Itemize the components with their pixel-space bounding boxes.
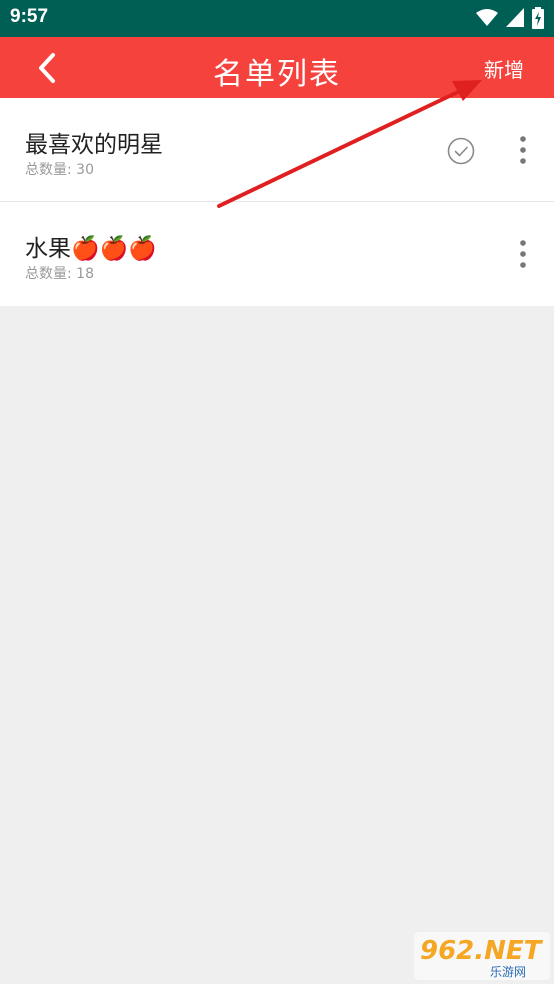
status-time: 9:57 — [10, 6, 49, 27]
add-button[interactable]: 新增 — [484, 54, 524, 83]
page-title: 名单列表 — [213, 57, 341, 92]
watermark-subtext: 乐游网 — [490, 965, 526, 979]
battery-charging-icon — [532, 7, 544, 29]
list-item[interactable]: 最喜欢的明星 总数量: 30 — [0, 98, 554, 202]
wifi-icon — [476, 9, 498, 26]
more-vert-icon[interactable] — [508, 132, 538, 168]
app-bar: 名单列表 新增 — [0, 37, 554, 98]
watermark: 962.NET 乐游网 — [414, 932, 550, 980]
list-item-count: 总数量: 30 — [25, 162, 94, 178]
list-item-count: 总数量: 18 — [25, 266, 94, 282]
status-bar: 9:57 — [0, 0, 554, 37]
status-icons — [476, 7, 544, 29]
watermark-text: 962.NET — [420, 936, 544, 966]
more-vert-icon[interactable] — [508, 236, 538, 272]
list-item-title: 水果🍎🍎🍎 — [25, 236, 157, 262]
check-circle-icon[interactable] — [446, 136, 476, 166]
list-item[interactable]: 水果🍎🍎🍎 总数量: 18 — [0, 202, 554, 306]
list-item-title: 最喜欢的明星 — [25, 132, 163, 158]
name-list: 最喜欢的明星 总数量: 30 水果🍎🍎🍎 总数量: 18 — [0, 98, 554, 306]
signal-icon — [506, 8, 524, 27]
watermark-logo: 962.NET 乐游网 — [414, 932, 550, 980]
